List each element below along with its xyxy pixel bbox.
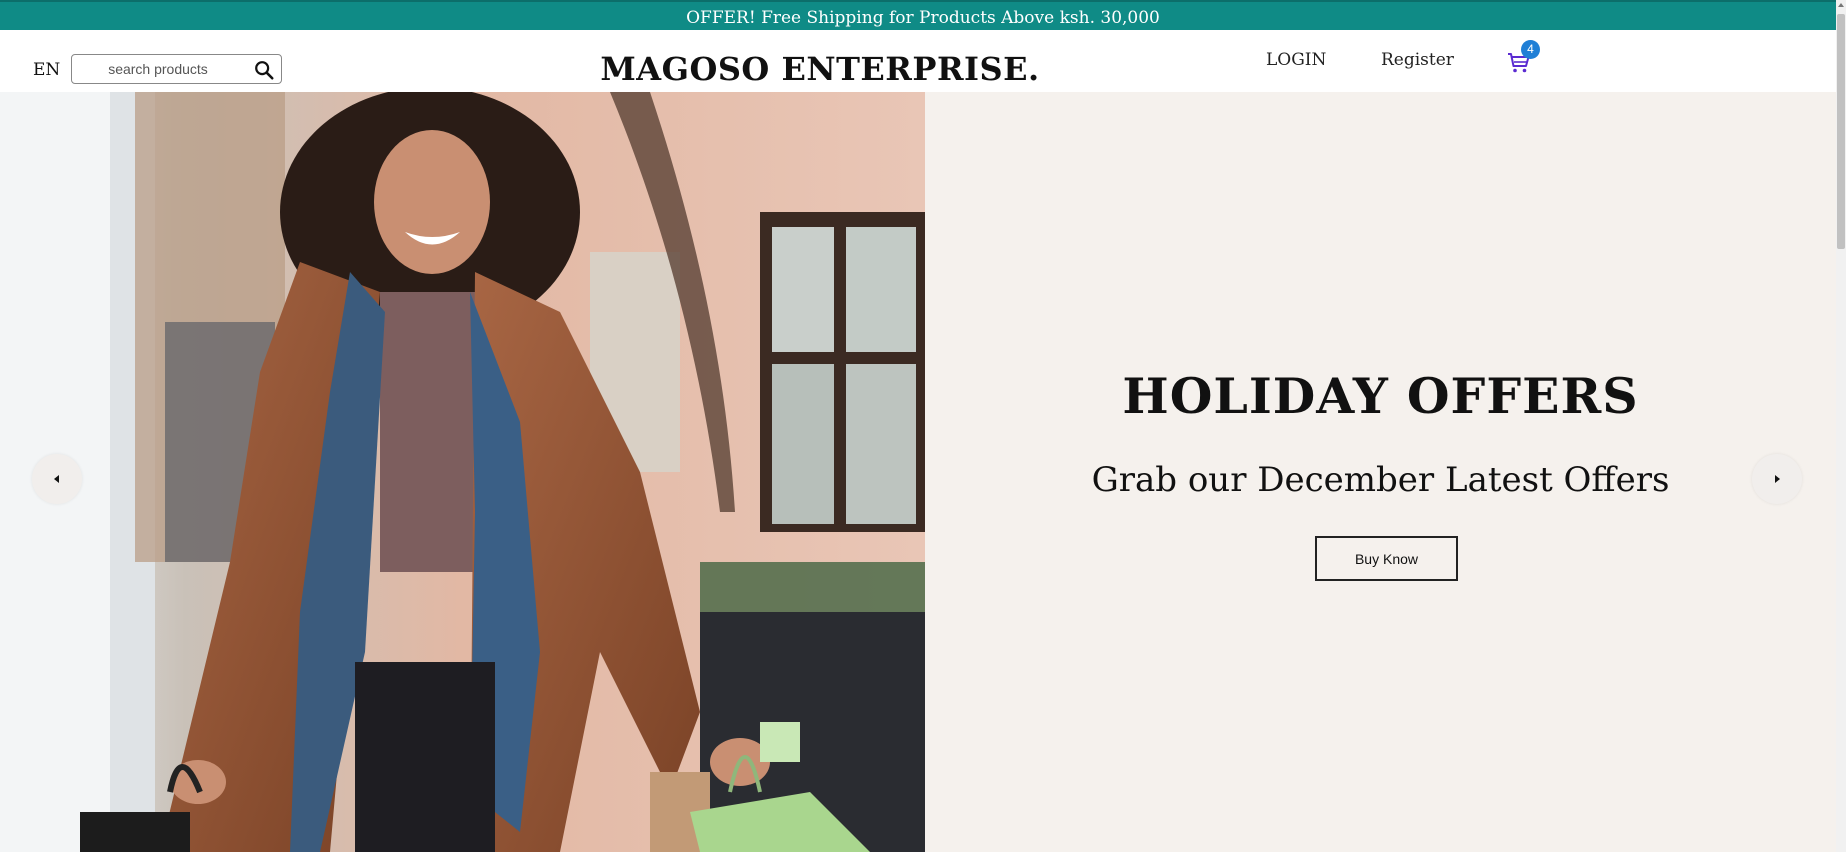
cart-button[interactable]: 4	[1507, 40, 1540, 77]
scroll-up-arrow-icon[interactable]	[1838, 3, 1844, 7]
hero-image	[0, 92, 925, 852]
hero-carousel: HOLIDAY OFFERS Grab our December Latest …	[0, 92, 1836, 852]
cart-count-badge: 4	[1521, 40, 1540, 59]
hero-subtitle: Grab our December Latest Offers	[1091, 460, 1670, 500]
search-input[interactable]	[73, 56, 243, 82]
hero-text-panel: HOLIDAY OFFERS Grab our December Latest …	[925, 92, 1836, 852]
brand-logo[interactable]: MAGOSO ENTERPRISE.	[560, 50, 1080, 88]
buy-now-button[interactable]: Buy Know	[1315, 536, 1458, 581]
chevron-right-icon	[1775, 475, 1780, 483]
search-icon[interactable]	[253, 59, 275, 81]
offer-banner: OFFER! Free Shipping for Products Above …	[0, 0, 1846, 30]
hero-title: HOLIDAY OFFERS	[1122, 367, 1639, 425]
carousel-prev-button[interactable]	[32, 454, 82, 504]
carousel-next-button[interactable]	[1752, 454, 1802, 504]
page-scrollbar[interactable]	[1836, 0, 1846, 852]
scrollbar-thumb[interactable]	[1837, 14, 1845, 249]
language-selector[interactable]: EN	[33, 60, 60, 80]
site-header: EN MAGOSO ENTERPRISE. LOGIN Register 4	[0, 30, 1836, 92]
search-bar	[71, 54, 282, 84]
offer-banner-text: OFFER! Free Shipping for Products Above …	[686, 8, 1160, 28]
chevron-left-icon	[54, 475, 59, 483]
register-link[interactable]: Register	[1381, 50, 1454, 70]
login-link[interactable]: LOGIN	[1266, 50, 1326, 70]
